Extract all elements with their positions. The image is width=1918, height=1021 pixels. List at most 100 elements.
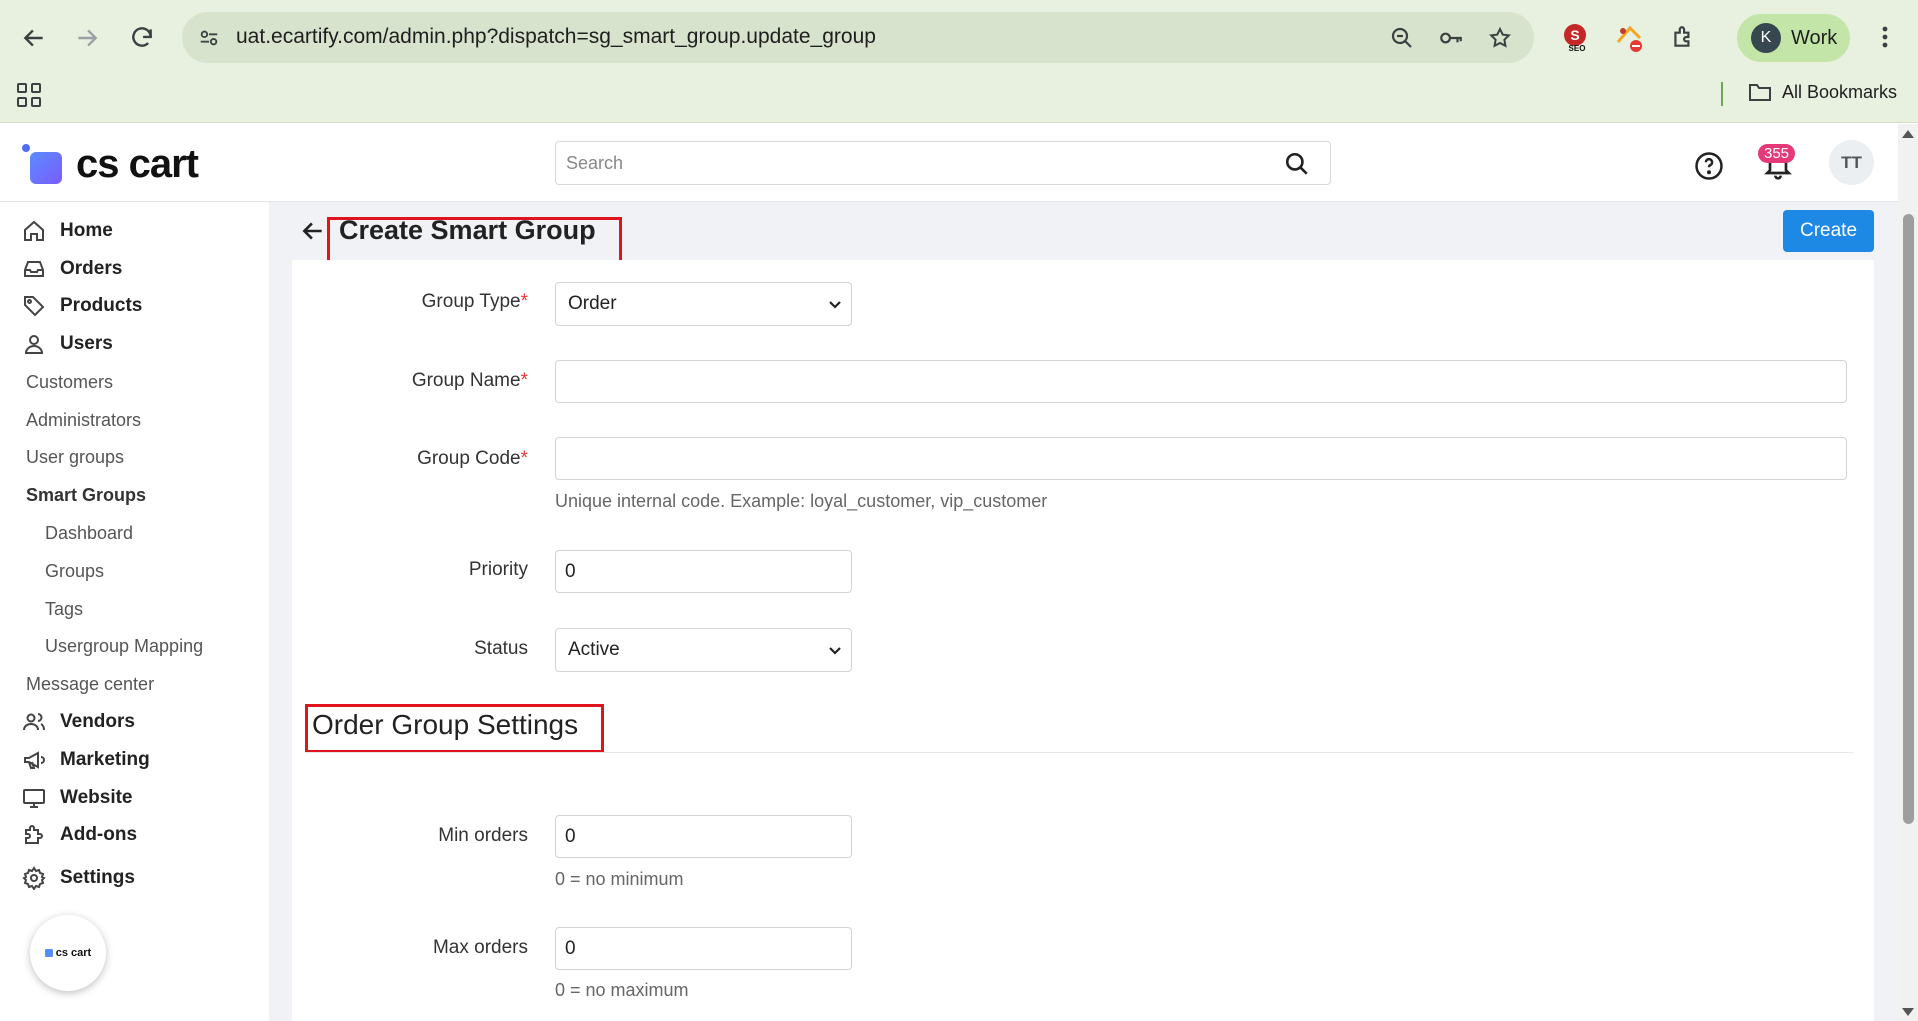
sidebar-item-home[interactable]: Home <box>20 214 113 248</box>
logo-mark-icon <box>22 143 64 186</box>
bookmarks-divider <box>1721 82 1723 106</box>
sidebar-item-tags[interactable]: Tags <box>45 599 83 620</box>
scroll-down-arrow-icon[interactable] <box>1902 1008 1914 1016</box>
sidebar-item-label: Home <box>60 220 113 241</box>
status-select[interactable]: Active <box>555 628 852 672</box>
user-icon <box>20 330 48 358</box>
all-bookmarks-button[interactable]: All Bookmarks <box>1748 81 1897 103</box>
users-icon <box>20 708 48 736</box>
min-orders-help: 0 = no minimum <box>555 869 684 889</box>
monitor-icon <box>20 784 48 812</box>
back-arrow-icon[interactable] <box>14 18 54 58</box>
home-icon <box>20 217 48 245</box>
sidebar-item-products[interactable]: Products <box>20 289 142 323</box>
profile-chip[interactable]: K Work <box>1737 14 1850 62</box>
sidebar-item-label: Orders <box>60 258 123 279</box>
help-icon[interactable] <box>1694 151 1724 181</box>
zoom-icon[interactable] <box>1388 24 1416 52</box>
bookmarks-bar <box>0 75 1918 123</box>
sidebar-item-label: Users <box>60 333 113 354</box>
app-header: cs cart 355 <box>0 124 1898 202</box>
sidebar-item-addons[interactable]: Add-ons <box>20 818 137 852</box>
profile-label: Work <box>1791 26 1838 49</box>
min-orders-input[interactable] <box>555 815 852 858</box>
chevron-down-icon <box>829 301 841 309</box>
sidebar-item-user-groups[interactable]: User groups <box>26 447 124 468</box>
sidebar-item-usergroup-mapping[interactable]: Usergroup Mapping <box>45 636 203 657</box>
floating-logo-text: cs cart <box>55 947 92 959</box>
apps-grid-icon[interactable] <box>16 82 42 108</box>
title-highlight-box <box>327 217 622 264</box>
sidebar-item-vendors[interactable]: Vendors <box>20 705 135 739</box>
group-name-input[interactable] <box>555 360 1847 403</box>
group-type-label: Group Type* <box>421 291 528 312</box>
max-orders-label: Max orders <box>432 937 528 958</box>
sidebar-item-groups[interactable]: Groups <box>45 561 104 582</box>
extension-blocked-icon[interactable] <box>1612 20 1646 54</box>
sidebar-item-message-center[interactable]: Message center <box>26 674 154 695</box>
sidebar-item-marketing[interactable]: Marketing <box>20 743 150 777</box>
extensions-puzzle-icon[interactable] <box>1666 20 1700 54</box>
group-code-label: Group Code* <box>417 448 528 469</box>
sidebar-item-settings[interactable]: Settings <box>20 861 135 895</box>
notification-badge: 355 <box>1758 144 1796 163</box>
svg-text:SEO: SEO <box>1569 44 1586 52</box>
profile-avatar: K <box>1751 23 1781 53</box>
password-key-icon[interactable] <box>1437 24 1465 52</box>
gear-icon <box>20 864 48 892</box>
all-bookmarks-label: All Bookmarks <box>1782 81 1898 102</box>
sidebar <box>0 202 269 1021</box>
sidebar-item-label: Marketing <box>60 749 150 770</box>
reload-icon[interactable] <box>122 18 162 58</box>
svg-text:S: S <box>1570 27 1579 43</box>
sidebar-item-label: Products <box>60 295 143 316</box>
scroll-up-arrow-icon[interactable] <box>1902 130 1914 138</box>
group-type-value: Order <box>568 293 617 314</box>
search-input[interactable] <box>566 142 1256 184</box>
bookmark-star-icon[interactable] <box>1486 24 1514 52</box>
sidebar-item-label: Add-ons <box>60 824 138 845</box>
search-box <box>555 141 1331 185</box>
sidebar-item-customers[interactable]: Customers <box>26 372 113 393</box>
sidebar-item-website[interactable]: Website <box>20 781 133 815</box>
create-button[interactable]: Create <box>1783 210 1874 252</box>
max-orders-help: 0 = no maximum <box>555 980 689 1000</box>
sidebar-item-smart-groups[interactable]: Smart Groups <box>26 485 146 506</box>
section-highlight-box <box>305 704 604 753</box>
status-value: Active <box>568 639 620 660</box>
section-divider <box>305 752 1853 753</box>
sidebar-item-orders[interactable]: Orders <box>20 252 122 286</box>
group-code-input[interactable] <box>555 437 1847 480</box>
status-label: Status <box>474 638 528 659</box>
sidebar-item-label: Settings <box>60 867 135 888</box>
chrome-menu-icon[interactable] <box>1868 20 1902 54</box>
priority-label: Priority <box>468 559 528 580</box>
site-info-icon[interactable] <box>195 24 223 52</box>
scrollbar-thumb[interactable] <box>1903 214 1914 824</box>
seo-extension-icon[interactable]: S SEO <box>1558 20 1592 54</box>
forward-arrow-icon[interactable] <box>67 18 107 58</box>
sidebar-item-label: Website <box>60 787 133 808</box>
puzzle-icon <box>20 821 48 849</box>
cscart-logo[interactable]: cs cart <box>22 142 199 187</box>
priority-input[interactable] <box>555 550 852 593</box>
url-text[interactable]: uat.ecartify.com/admin.php?dispatch=sg_s… <box>236 25 876 49</box>
logo-mark-icon <box>44 949 53 957</box>
max-orders-input[interactable] <box>555 927 852 970</box>
chevron-down-icon <box>829 647 841 655</box>
address-bar[interactable]: uat.ecartify.com/admin.php?dispatch=sg_s… <box>182 12 1534 63</box>
group-type-select[interactable]: Order <box>555 282 852 326</box>
group-code-help: Unique internal code. Example: loyal_cus… <box>555 491 1048 511</box>
sidebar-item-users[interactable]: Users <box>20 327 113 361</box>
folder-icon <box>1749 84 1771 101</box>
user-avatar[interactable]: TT <box>1829 140 1874 185</box>
sidebar-item-administrators[interactable]: Administrators <box>26 410 141 431</box>
tag-icon <box>20 292 48 320</box>
cscart-floating-button[interactable]: cs cart <box>30 915 106 991</box>
search-icon[interactable] <box>1284 151 1310 177</box>
sidebar-item-label: Vendors <box>60 711 135 732</box>
inbox-icon <box>20 255 48 283</box>
back-arrow-icon[interactable] <box>300 218 326 244</box>
sidebar-item-dashboard[interactable]: Dashboard <box>45 523 133 544</box>
logo-text: cs cart <box>76 142 199 186</box>
